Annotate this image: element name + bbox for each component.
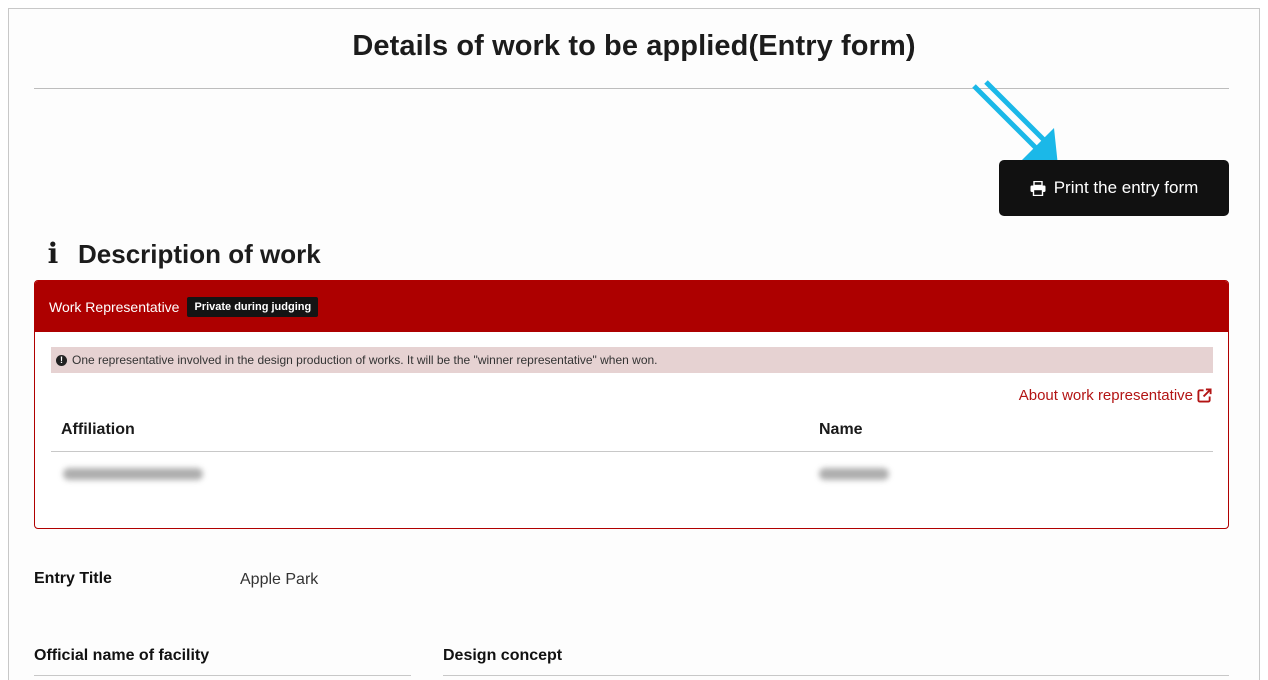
card-header: Work Representative Private during judgi… (35, 281, 1228, 332)
external-link-icon (1197, 388, 1212, 403)
private-badge: Private during judging (187, 296, 319, 317)
facility-divider (34, 675, 411, 676)
column-header-affiliation: Affiliation (61, 421, 135, 438)
facility-name-label: Official name of facility (34, 647, 210, 664)
affiliation-value-redacted (63, 468, 203, 480)
print-entry-form-button[interactable]: Print the entry form (999, 160, 1229, 216)
about-link-label: About work representative (1018, 387, 1193, 404)
entry-title-label: Entry Title (34, 570, 112, 587)
representative-card: Work Representative Private during judgi… (34, 280, 1229, 529)
column-header-name: Name (819, 421, 863, 438)
design-concept-divider (443, 675, 1229, 676)
page-title: Details of work to be applied(Entry form… (352, 30, 916, 62)
entry-title-value: Apple Park (240, 571, 319, 588)
printer-icon (1030, 180, 1046, 196)
section-heading: i Description of work (42, 238, 321, 270)
section-title: Description of work (78, 238, 321, 269)
name-value-redacted (819, 468, 889, 480)
notice-bar: ! One representative involved in the des… (51, 347, 1213, 373)
about-representative-link[interactable]: About work representative (1019, 387, 1212, 404)
card-header-label: Work Representative (49, 298, 180, 315)
design-concept-label: Design concept (443, 647, 563, 664)
print-button-label: Print the entry form (1053, 178, 1199, 197)
exclamation-icon: ! (56, 354, 67, 366)
table-header-divider (51, 451, 1213, 452)
notice-text: One representative involved in the desig… (72, 353, 658, 367)
info-icon: i (47, 237, 59, 270)
